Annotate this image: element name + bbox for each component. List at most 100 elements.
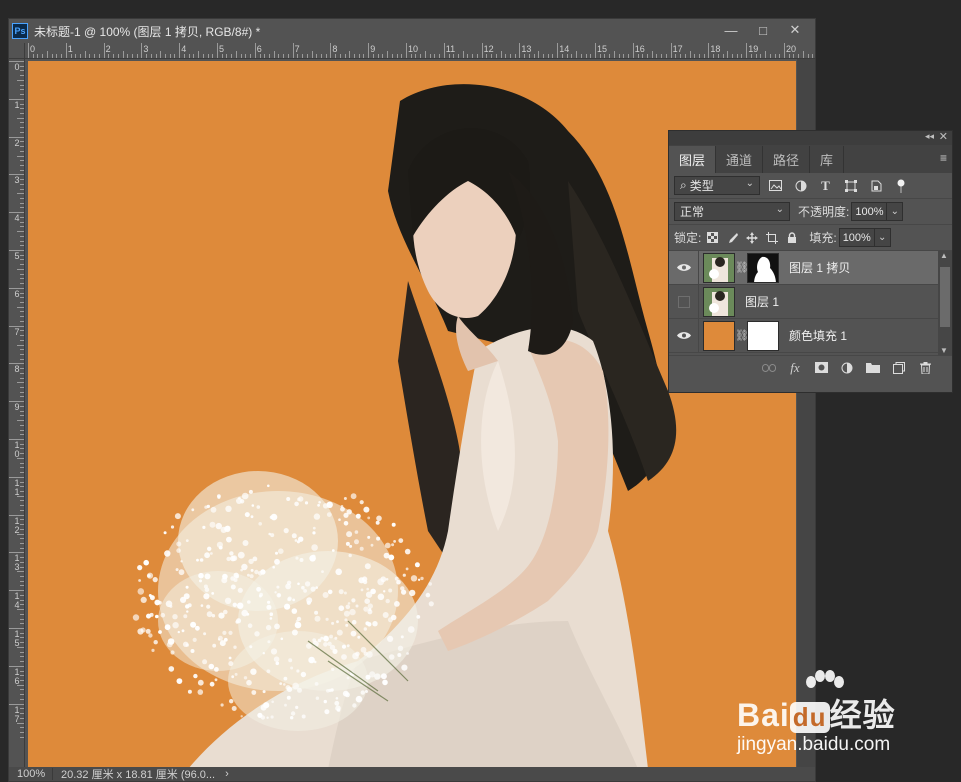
new-layer-icon[interactable] xyxy=(886,358,912,378)
eye-icon[interactable] xyxy=(669,250,699,285)
ruler-subtick xyxy=(20,576,24,578)
adjustment-filter-icon[interactable] xyxy=(791,176,810,195)
lock-image-pixels-icon[interactable] xyxy=(723,229,741,247)
ruler-tick xyxy=(254,43,256,58)
filter-type-label: 类型 xyxy=(689,179,714,193)
lock-position-icon[interactable] xyxy=(743,229,761,247)
ruler-subtick xyxy=(306,54,308,58)
close-panel-icon[interactable]: ✕ xyxy=(939,130,948,143)
opacity-input[interactable]: 100% xyxy=(851,202,888,221)
filter-toggle-icon[interactable] xyxy=(891,176,910,195)
ruler-subtick xyxy=(420,54,422,58)
ruler-subtick xyxy=(20,278,24,280)
link-layers-icon[interactable] xyxy=(756,358,782,378)
close-button[interactable]: ✕ xyxy=(779,19,811,41)
ruler-subtick xyxy=(760,54,762,58)
smart-object-filter-icon[interactable] xyxy=(866,176,885,195)
ruler-tick xyxy=(406,43,407,58)
ruler-subtick xyxy=(287,54,289,58)
layers-scrollbar[interactable]: ▲ ▼ xyxy=(938,251,952,355)
ruler-subtick xyxy=(335,54,337,58)
ruler-label: 6 xyxy=(14,288,20,299)
panel-menu-icon[interactable]: ≡ xyxy=(940,151,947,165)
add-mask-icon[interactable] xyxy=(808,358,834,378)
ruler-subtick xyxy=(17,344,24,346)
ruler-label: 11 xyxy=(445,44,456,54)
ruler-origin[interactable] xyxy=(9,43,25,59)
blend-mode-select[interactable]: 正常 ⌄ xyxy=(674,202,790,221)
collapse-panel-icon[interactable]: ◂◂ xyxy=(925,131,934,142)
ruler-subtick xyxy=(457,54,459,58)
eye-icon[interactable] xyxy=(669,318,699,353)
lock-artboard-icon[interactable] xyxy=(763,229,781,247)
ruler-subtick xyxy=(150,54,152,58)
chevron-down-icon: ⌄ xyxy=(775,204,784,215)
filter-type-select[interactable]: ⌕ 类型 ⌄ xyxy=(674,176,760,195)
ruler-tick xyxy=(595,43,596,58)
ruler-subtick xyxy=(576,51,578,58)
image-filter-icon[interactable] xyxy=(766,176,785,195)
layer-row-layer1[interactable]: 图层 1 xyxy=(669,284,939,319)
scroll-down-icon[interactable]: ▼ xyxy=(940,346,948,355)
ruler-subtick xyxy=(628,54,630,58)
layer-name[interactable]: 图层 1 xyxy=(745,293,779,310)
ruler-subtick xyxy=(113,54,115,58)
window-controls: — □ ✕ xyxy=(715,19,811,41)
document-title-bar[interactable]: Ps 未标题-1 @ 100% (图层 1 拷贝, RGB/8#) * — □ … xyxy=(9,19,815,43)
type-filter-icon[interactable]: T xyxy=(816,176,835,195)
status-menu-arrow-icon[interactable]: › xyxy=(225,768,229,780)
ruler-subtick xyxy=(20,311,24,313)
visibility-toggle-off[interactable] xyxy=(669,284,699,319)
blend-row: 正常 ⌄ 不透明度: 100% ⌄ xyxy=(669,199,952,225)
shape-filter-icon[interactable] xyxy=(841,176,860,195)
ruler-label: 4 xyxy=(14,213,20,224)
ruler-subtick xyxy=(169,54,171,58)
ruler-label: 13 xyxy=(521,44,532,54)
layer-name[interactable]: 颜色填充 1 xyxy=(789,327,847,344)
ruler-subtick xyxy=(302,54,304,58)
ruler-label: 11 xyxy=(14,477,20,497)
lock-label: 锁定: xyxy=(674,231,702,245)
lock-all-icon[interactable] xyxy=(783,229,801,247)
layer-mask-thumbnail[interactable] xyxy=(747,252,779,283)
tab-channels[interactable]: 通道 xyxy=(716,146,764,173)
ruler-subtick xyxy=(651,51,653,58)
ruler-subtick xyxy=(136,54,138,58)
mask-link-icon[interactable]: ⛓ xyxy=(735,329,749,342)
scroll-thumb[interactable] xyxy=(940,267,950,327)
lock-transparent-pixels-icon[interactable] xyxy=(703,229,721,247)
fx-icon[interactable]: fx xyxy=(782,358,808,378)
horizontal-ruler[interactable]: 0 1 2 3 4 5 6 7 8 9 10 11 12 13 14 15 16 17 18 19 20 xyxy=(25,43,815,59)
layer-mask-thumbnail[interactable] xyxy=(747,320,779,351)
filter-row: ⌕ 类型 ⌄ T xyxy=(669,173,952,199)
ruler-subtick xyxy=(561,54,563,58)
opacity-slider-toggle[interactable]: ⌄ xyxy=(887,202,904,221)
fill-slider-toggle[interactable]: ⌄ xyxy=(874,228,891,247)
restore-button[interactable]: □ xyxy=(747,19,779,41)
layer-row-layer1-copy[interactable]: ⛓ 图层 1 拷贝 xyxy=(669,250,939,285)
mask-link-icon[interactable]: ⛓ xyxy=(735,261,749,274)
tab-paths[interactable]: 路径 xyxy=(763,146,811,173)
fill-color-swatch[interactable] xyxy=(703,320,735,351)
fill-input[interactable]: 100% xyxy=(838,228,875,247)
ruler-subtick xyxy=(212,54,214,58)
vertical-ruler[interactable]: 01234567891011121314151617 xyxy=(9,59,25,769)
ruler-subtick xyxy=(637,54,639,58)
layer-name[interactable]: 图层 1 拷贝 xyxy=(789,259,850,276)
adjustment-layer-icon[interactable] xyxy=(834,358,860,378)
trash-icon[interactable] xyxy=(912,358,938,378)
group-folder-icon[interactable] xyxy=(860,358,886,378)
layer-row-color-fill[interactable]: ⛓ 颜色填充 1 xyxy=(669,318,939,353)
ruler-subtick xyxy=(20,509,24,511)
panel-header[interactable]: ◂◂ ✕ xyxy=(669,131,952,145)
ruler-label: 20 xyxy=(786,44,797,54)
layer-thumbnail[interactable] xyxy=(703,286,735,317)
minimize-button[interactable]: — xyxy=(715,19,747,41)
scroll-up-icon[interactable]: ▲ xyxy=(940,251,948,260)
zoom-level[interactable]: 100% xyxy=(9,768,53,780)
tab-libraries[interactable]: 库 xyxy=(810,146,845,173)
layer-thumbnail[interactable] xyxy=(703,252,735,283)
ruler-subtick xyxy=(514,54,516,58)
ruler-subtick xyxy=(476,54,478,58)
tab-layers[interactable]: 图层 xyxy=(669,146,717,173)
